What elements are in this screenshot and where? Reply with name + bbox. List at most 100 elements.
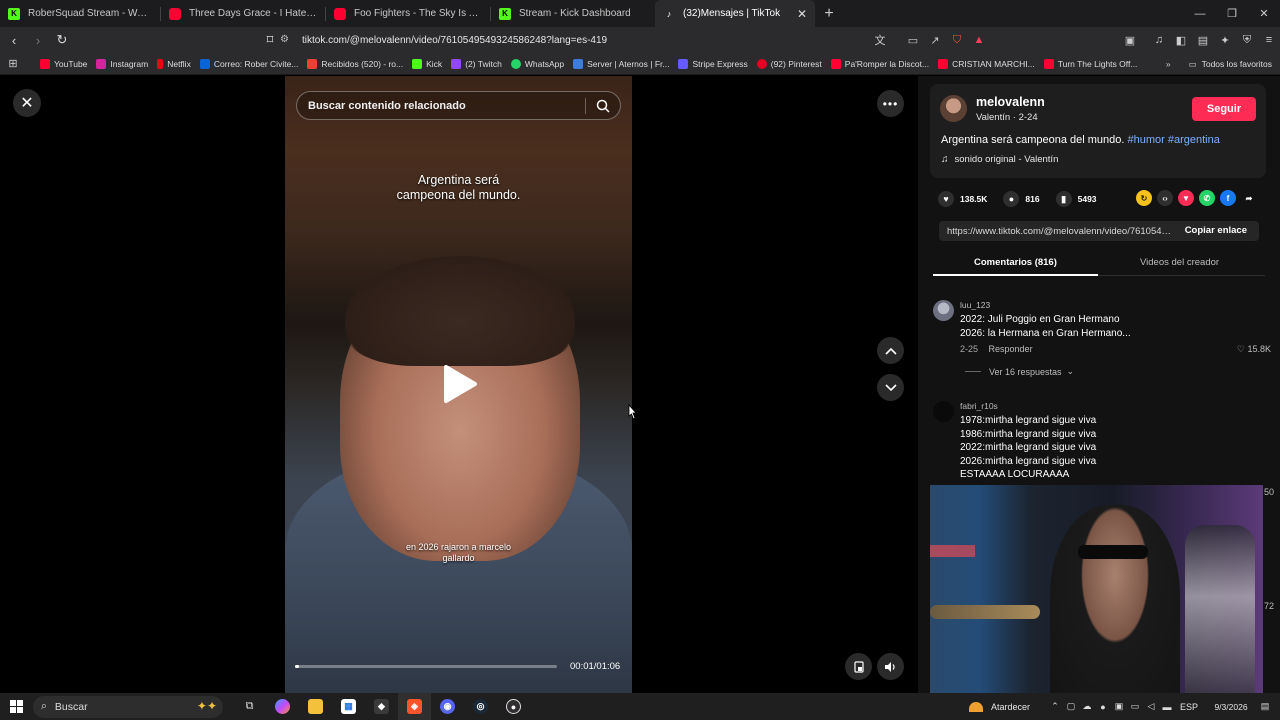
tab-comments[interactable]: Comentarios (816) <box>974 257 1057 268</box>
bookmark-turn-lights[interactable]: Turn The Lights Off... <box>1043 58 1137 69</box>
back-icon[interactable]: ‹ <box>4 30 24 50</box>
close-video-button[interactable]: ✕ <box>13 89 41 117</box>
start-button[interactable] <box>0 693 32 720</box>
embed-icon[interactable]: ‹› <box>1157 190 1173 206</box>
tab-tiktok-messages[interactable]: ♪ (32)Mensajes | TikTok ✕ <box>655 0 815 27</box>
file-explorer-icon[interactable] <box>299 693 332 720</box>
bookmark-pinterest[interactable]: (92) Pinterest <box>756 58 822 69</box>
volume-icon[interactable]: ◁ <box>1144 701 1158 712</box>
copilot-icon[interactable] <box>266 693 299 720</box>
next-video-button[interactable] <box>877 374 904 401</box>
forward-icon[interactable]: › <box>28 30 48 50</box>
bookmark-stripe[interactable]: Stripe Express <box>678 58 748 69</box>
bookmark-twitch[interactable]: (2) Twitch <box>451 58 502 69</box>
tray-app-icon[interactable]: ▣ <box>1112 701 1126 712</box>
bookmark-icon[interactable]: ⌑ <box>260 30 280 50</box>
menu-icon[interactable]: ≡ <box>1259 30 1279 50</box>
taskbar-search[interactable]: ⌕ Buscar ✦✦ <box>33 695 223 718</box>
reply-button[interactable]: Responder <box>989 344 1033 354</box>
reload-icon[interactable]: ↻ <box>52 30 72 50</box>
bookmark-netflix[interactable]: Netflix <box>157 58 191 69</box>
obs-icon[interactable]: ● <box>497 693 530 720</box>
comment-like-button[interactable]: ♡ 15.8K <box>1237 344 1271 355</box>
bookmark-aternos[interactable]: Server | Aternos | Fr... <box>573 58 669 69</box>
restore-icon[interactable]: ❐ <box>1216 0 1248 27</box>
follow-button[interactable]: Seguir <box>1192 97 1256 121</box>
comment-button[interactable]: ● 816 <box>1003 191 1040 207</box>
clock-date[interactable]: 9/3/2026 <box>1208 702 1254 712</box>
rewards-icon[interactable]: ▲ <box>969 30 989 50</box>
close-tab-icon[interactable]: ✕ <box>789 7 807 21</box>
comment-username[interactable]: luu_123 <box>960 300 990 310</box>
tab-robersquad-stream[interactable]: K RoberSquad Stream - Watch Live <box>0 0 160 27</box>
battery-icon[interactable]: ▬ <box>1160 702 1174 712</box>
tray-app-icon[interactable]: ▢ <box>1064 701 1078 712</box>
store-icon[interactable]: ▦ <box>332 693 365 720</box>
brave-shield-icon[interactable]: ⛉ <box>947 30 967 50</box>
more-bookmarks-icon[interactable]: » <box>1166 59 1171 69</box>
video-player[interactable]: Argentina será campeona del mundo. en 20… <box>285 76 632 693</box>
wallet-icon[interactable]: ▤ <box>1193 30 1213 50</box>
steam-icon[interactable]: ◎ <box>464 693 497 720</box>
tray-cloud-icon[interactable]: ☁ <box>1080 701 1094 712</box>
close-window-icon[interactable]: ✕ <box>1248 0 1280 27</box>
media-icon[interactable]: ♫ <box>1149 30 1169 50</box>
network-icon[interactable]: ▭ <box>1128 701 1142 712</box>
creator-username[interactable]: melovalenn <box>976 95 1045 109</box>
whatsapp-icon[interactable]: ✆ <box>1199 190 1215 206</box>
view-replies-button[interactable]: Ver 16 respuestas ⌄ <box>965 366 1074 377</box>
volume-button[interactable] <box>877 653 904 680</box>
tab-search-icon[interactable]: ▣ <box>1120 30 1140 50</box>
vpn-icon[interactable]: ⛨ <box>1237 30 1257 50</box>
brave-browser-icon[interactable]: ◈ <box>398 693 431 720</box>
facebook-icon[interactable]: f <box>1220 190 1236 206</box>
microphone-icon[interactable]: ● <box>1096 702 1110 712</box>
leo-icon[interactable]: ✦ <box>1215 30 1235 50</box>
like-button[interactable]: ♥ 138.5K <box>938 191 987 207</box>
previous-video-button[interactable] <box>877 337 904 364</box>
bookmark-gmail[interactable]: Recibidos (520) - ro... <box>307 58 403 69</box>
tab-three-days-grace[interactable]: Three Days Grace - I Hate Everything <box>161 0 325 27</box>
avatar[interactable] <box>933 300 954 321</box>
bookmark-outlook[interactable]: Correo: Rober Civite... <box>199 58 298 69</box>
send-to-friends-icon[interactable]: ▼ <box>1178 190 1194 206</box>
minimize-icon[interactable]: — <box>1184 0 1216 27</box>
site-info-icon[interactable]: ⚙ <box>280 34 292 46</box>
more-options-button[interactable]: ••• <box>877 90 904 117</box>
music-link[interactable]: ♫ sonido original - Valentín <box>941 154 1058 165</box>
sidebar-icon[interactable]: ◧ <box>1171 30 1191 50</box>
new-tab-button[interactable]: + <box>815 0 843 27</box>
copy-link-button[interactable]: Copiar enlace <box>1185 225 1247 236</box>
bookmark-instagram[interactable]: Instagram <box>96 58 148 69</box>
translate-icon[interactable]: 文 <box>870 30 890 50</box>
bookmark-kick[interactable]: Kick <box>412 58 442 69</box>
language-indicator[interactable]: ESP <box>1180 702 1198 712</box>
all-bookmarks-link[interactable]: Todos los favoritos <box>1202 59 1272 69</box>
tab-kick-dashboard[interactable]: K Stream - Kick Dashboard <box>491 0 655 27</box>
weather-widget[interactable]: Atardecer <box>968 701 1030 712</box>
video-progress-bar[interactable] <box>295 665 557 668</box>
bookmark-whatsapp[interactable]: WhatsApp <box>510 58 564 69</box>
avatar[interactable] <box>933 401 954 422</box>
app-icon[interactable]: ◆ <box>365 693 398 720</box>
cast-icon[interactable]: ▭ <box>903 30 923 50</box>
avatar[interactable] <box>940 95 967 122</box>
notifications-icon[interactable]: ▤ <box>1258 701 1272 712</box>
discord-icon[interactable]: ◉ <box>431 693 464 720</box>
hashtag-humor[interactable]: #humor <box>1128 134 1165 146</box>
task-view-icon[interactable]: ⧉ <box>233 693 266 720</box>
apps-icon[interactable]: ⊞ <box>0 57 26 70</box>
tab-foo-fighters[interactable]: Foo Fighters - The Sky Is A Neighbor <box>326 0 490 27</box>
share-arrow-icon[interactable]: ➦ <box>1241 190 1257 206</box>
share-icon[interactable]: ↗ <box>925 30 945 50</box>
bookmark-cristian[interactable]: CRISTIAN MARCHI... <box>938 58 1035 69</box>
related-search-input[interactable]: Buscar contenido relacionado <box>296 91 621 120</box>
play-icon[interactable] <box>442 364 478 404</box>
repost-icon[interactable]: ↻ <box>1136 190 1152 206</box>
bookmark-youtube[interactable]: YouTube <box>40 58 87 69</box>
search-icon[interactable] <box>596 99 610 113</box>
save-button[interactable]: ▮ 5493 <box>1055 191 1097 207</box>
hashtag-argentina[interactable]: #argentina <box>1168 134 1220 146</box>
tab-creator-videos[interactable]: Videos del creador <box>1140 257 1219 268</box>
floating-player-button[interactable] <box>845 653 872 680</box>
